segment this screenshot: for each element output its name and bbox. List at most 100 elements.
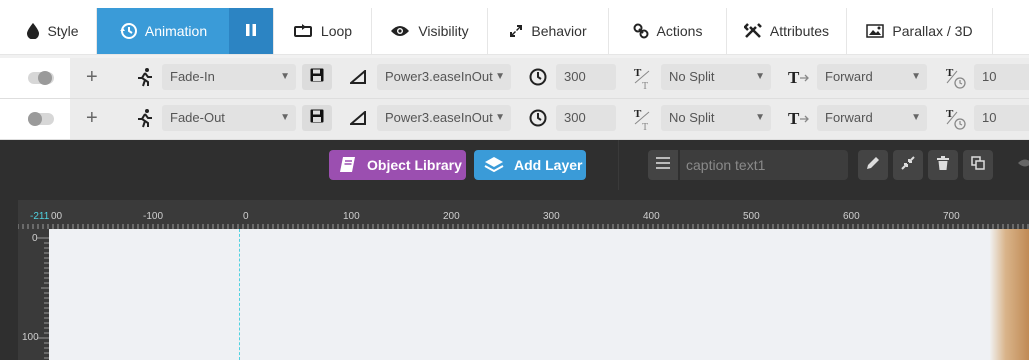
- delete-layer-button[interactable]: [928, 150, 958, 180]
- tab-parallax[interactable]: Parallax / 3D: [847, 8, 993, 54]
- text-split-icon: TT: [632, 64, 654, 92]
- ruler-label: -100: [143, 211, 164, 222]
- ruler-label: 400: [643, 211, 660, 222]
- direction-select[interactable]: Forward ▼: [817, 105, 927, 131]
- duration-value: 300: [564, 69, 586, 84]
- hamburger-icon: [656, 156, 670, 174]
- split-select-value: No Split: [669, 110, 715, 125]
- split-delay-input[interactable]: 10: [974, 105, 1029, 131]
- floppy-icon: [310, 109, 324, 128]
- ruler-cursor-label: -211: [30, 211, 50, 222]
- top-ruler: -211 00 -100 0 100 200 300 400 500 600 7…: [18, 200, 1029, 229]
- svg-text:T: T: [946, 67, 954, 79]
- split-select[interactable]: No Split ▼: [661, 105, 771, 131]
- object-library-button[interactable]: Object Library: [329, 150, 466, 180]
- save-preset-button[interactable]: [302, 105, 332, 131]
- animation-select[interactable]: Fade-In ▼: [162, 64, 296, 90]
- ruler-label: 100: [343, 211, 360, 222]
- running-icon: [134, 66, 156, 88]
- layer-name-value: caption text1: [686, 157, 766, 173]
- floppy-icon: [310, 68, 324, 87]
- top-ruler-ticks: [18, 224, 1029, 229]
- animation-select-value: Fade-In: [170, 69, 215, 84]
- drop-icon: [27, 23, 40, 39]
- row-toggle-area: [0, 58, 70, 98]
- tab-animation[interactable]: Animation: [97, 8, 229, 54]
- editor-toolbar: Object Library Add Layer caption text1: [0, 140, 1029, 190]
- dropdown-arrow-icon: ▼: [495, 112, 505, 123]
- left-ruler: 0 100: [18, 229, 49, 360]
- svg-text:T: T: [788, 109, 800, 128]
- pause-button[interactable]: [229, 8, 273, 54]
- guide-line: [239, 229, 240, 360]
- easing-select-value: Power3.easeInOut: [385, 69, 493, 84]
- row-toggle-area: [0, 99, 70, 139]
- tab-parallax-label: Parallax / 3D: [892, 23, 973, 39]
- object-library-label: Object Library: [367, 157, 462, 173]
- split-delay-icon: T: [944, 105, 968, 133]
- split-delay-icon: T: [944, 64, 968, 92]
- ruler-label: 0: [32, 233, 38, 244]
- direction-select[interactable]: Forward ▼: [817, 64, 927, 90]
- pause-icon: [245, 23, 257, 40]
- tab-behavior[interactable]: Behavior: [488, 8, 609, 54]
- animation-select[interactable]: Fade-Out ▼: [162, 105, 296, 131]
- split-select[interactable]: No Split ▼: [661, 64, 771, 90]
- duplicate-layer-button[interactable]: [963, 150, 993, 180]
- row-toggle[interactable]: [28, 71, 54, 85]
- eye-icon[interactable]: [1018, 156, 1029, 175]
- ruler-label: 0: [243, 211, 249, 222]
- slide-canvas[interactable]: [49, 229, 1029, 360]
- split-delay-value: 10: [982, 110, 997, 125]
- ruler-label: 00: [51, 211, 63, 222]
- svg-text:T: T: [642, 81, 648, 91]
- tab-style[interactable]: Style: [10, 8, 97, 54]
- layer-menu-button[interactable]: [648, 150, 678, 180]
- tab-actions-label: Actions: [656, 23, 703, 39]
- text-direction-icon: T: [788, 107, 810, 129]
- ruler-label: 600: [843, 211, 860, 222]
- clock-icon: [528, 67, 548, 87]
- ruler-label: 500: [743, 211, 760, 222]
- tab-visibility[interactable]: Visibility: [372, 8, 488, 54]
- split-delay-input[interactable]: 10: [974, 64, 1029, 90]
- svg-text:T: T: [642, 122, 648, 132]
- dropdown-arrow-icon: ▼: [911, 71, 921, 82]
- eye-icon: [390, 24, 410, 38]
- ruler-label: 200: [443, 211, 460, 222]
- tab-actions[interactable]: Actions: [609, 8, 727, 54]
- save-preset-button[interactable]: [302, 64, 332, 90]
- add-keyframe-button[interactable]: +: [86, 107, 98, 129]
- duration-input[interactable]: 300: [556, 105, 616, 131]
- layer-name-input[interactable]: caption text1: [680, 150, 848, 180]
- svg-text:T: T: [946, 108, 954, 120]
- ruler-label: 700: [943, 211, 960, 222]
- tab-attributes[interactable]: Attributes: [727, 8, 847, 54]
- link-icon: [633, 23, 649, 39]
- tab-behavior-label: Behavior: [531, 23, 587, 39]
- row-toggle[interactable]: [28, 112, 54, 126]
- add-layer-button[interactable]: Add Layer: [474, 150, 586, 180]
- duration-input[interactable]: 300: [556, 64, 616, 90]
- ruler-label: 300: [543, 211, 560, 222]
- dropdown-arrow-icon: ▼: [911, 112, 921, 123]
- animation-row-out: + Fade-Out ▼ Power3.easeInOut ▼ 300 T T N…: [0, 99, 1029, 140]
- easing-select[interactable]: Power3.easeInOut ▼: [377, 105, 511, 131]
- toolbar-divider: [618, 140, 619, 190]
- animation-select-value: Fade-Out: [170, 110, 225, 125]
- animation-row-in: + Fade-In ▼ Power3.easeInOut ▼ 300 TT No…: [0, 58, 1029, 99]
- easing-select[interactable]: Power3.easeInOut ▼: [377, 64, 511, 90]
- add-keyframe-button[interactable]: +: [86, 66, 98, 88]
- easing-select-value: Power3.easeInOut: [385, 110, 493, 125]
- copy-icon: [971, 155, 985, 175]
- easing-icon: [348, 109, 368, 127]
- dropdown-arrow-icon: ▼: [755, 112, 765, 123]
- running-icon: [134, 107, 156, 129]
- tab-visibility-label: Visibility: [418, 23, 469, 39]
- fit-layer-button[interactable]: [893, 150, 923, 180]
- tab-loop[interactable]: Loop: [273, 8, 372, 54]
- pencil-icon: [866, 156, 880, 175]
- edit-layer-button[interactable]: [858, 150, 888, 180]
- tools-icon: [743, 23, 762, 39]
- ruler-label: 100: [22, 332, 39, 343]
